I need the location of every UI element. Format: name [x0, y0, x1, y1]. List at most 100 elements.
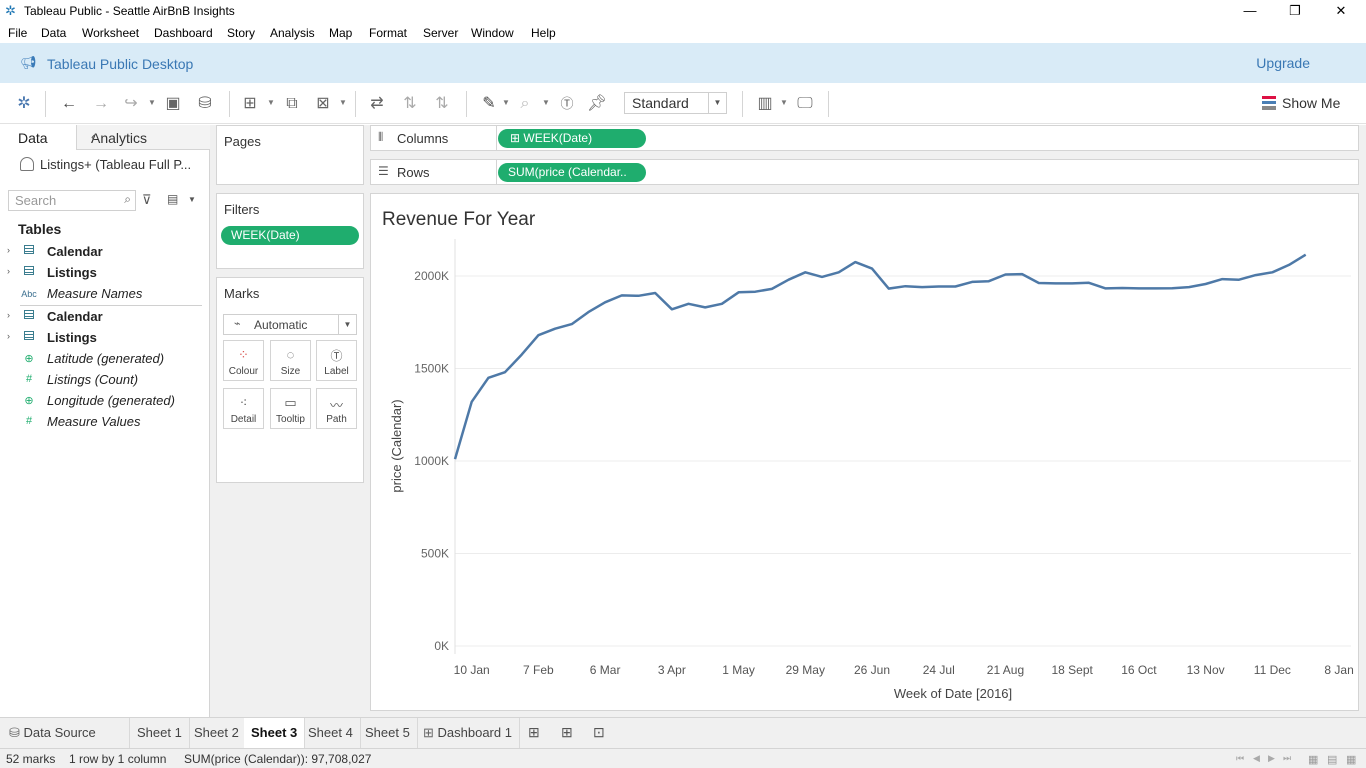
- data-point[interactable]: [852, 259, 858, 265]
- data-point[interactable]: [769, 286, 775, 292]
- data-point[interactable]: [669, 306, 675, 312]
- chevron-down-icon[interactable]: ▼: [780, 98, 788, 107]
- chevron-down-icon[interactable]: ▼: [188, 195, 196, 204]
- search-input[interactable]: Search ⌕: [8, 190, 136, 211]
- revenue-line[interactable]: [453, 253, 1307, 460]
- menu-help[interactable]: Help: [531, 26, 556, 40]
- data-point[interactable]: [502, 369, 508, 375]
- clear-sheet-icon[interactable]: ⊠: [312, 93, 334, 115]
- new-worksheet-icon[interactable]: ⊞: [239, 93, 261, 115]
- data-point[interactable]: [1303, 252, 1309, 258]
- data-point[interactable]: [1003, 272, 1009, 278]
- tab-analytics[interactable]: Analytics ‹: [76, 125, 210, 150]
- field-listings-table[interactable]: › Listings: [0, 328, 209, 348]
- show-labels-icon[interactable]: Ⓣ: [556, 93, 578, 115]
- tableau-home-icon[interactable]: ✲: [14, 93, 34, 115]
- menu-window[interactable]: Window: [471, 26, 514, 40]
- data-point[interactable]: [619, 292, 625, 298]
- data-point[interactable]: [485, 375, 491, 381]
- data-point[interactable]: [786, 277, 792, 283]
- sort-ascending-icon[interactable]: ⇅: [399, 93, 421, 115]
- line-chart[interactable]: 0K 500K 1000K 1500K 2000K 10 Jan 7 Feb 6 Mar 3 A…: [371, 194, 1358, 710]
- field-latitude[interactable]: ⊕ Latitude (generated): [0, 349, 209, 369]
- data-point[interactable]: [452, 456, 458, 462]
- data-point[interactable]: [936, 284, 942, 290]
- data-point[interactable]: [1236, 277, 1242, 283]
- new-dashboard-tab-icon[interactable]: ⊞: [561, 724, 573, 741]
- new-datasource-icon[interactable]: ⛁: [195, 93, 215, 115]
- fit-dropdown[interactable]: Standard ▼: [624, 92, 727, 114]
- data-point[interactable]: [702, 304, 708, 310]
- first-page-icon[interactable]: ⏮: [1236, 753, 1244, 764]
- data-point[interactable]: [519, 352, 525, 358]
- save-icon[interactable]: ▣: [163, 93, 183, 115]
- data-point[interactable]: [836, 269, 842, 275]
- chevron-down-icon[interactable]: ▼: [502, 98, 510, 107]
- expand-icon[interactable]: ›: [7, 266, 10, 276]
- data-point[interactable]: [869, 266, 875, 272]
- menu-dashboard[interactable]: Dashboard: [154, 26, 213, 40]
- data-point[interactable]: [819, 274, 825, 280]
- tooltip-button[interactable]: ▭ Tooltip: [270, 388, 311, 429]
- size-button[interactable]: ◌ Size: [270, 340, 311, 381]
- columns-pill-week-date[interactable]: ⊞ WEEK(Date): [498, 129, 646, 148]
- chevron-down-icon[interactable]: ▼: [267, 98, 275, 107]
- expand-icon[interactable]: ›: [7, 310, 10, 320]
- replay-icon[interactable]: ↪: [121, 93, 141, 115]
- close-button[interactable]: ✕: [1331, 2, 1351, 20]
- field-listings-count[interactable]: # Listings (Count): [0, 370, 209, 390]
- datasource-item[interactable]: Listings+ (Tableau Full P...: [20, 157, 191, 172]
- collapse-chevron-icon[interactable]: ‹: [91, 129, 202, 144]
- redo-icon[interactable]: →: [91, 93, 111, 115]
- menu-map[interactable]: Map: [329, 26, 352, 40]
- fix-axes-pin-icon[interactable]: 📌︎: [586, 93, 608, 115]
- data-point[interactable]: [1253, 272, 1259, 278]
- filmstrip-view-icon[interactable]: ▤: [1327, 753, 1337, 766]
- duplicate-sheet-icon[interactable]: ⧉: [281, 93, 303, 115]
- data-point[interactable]: [1019, 271, 1025, 277]
- pages-card[interactable]: Pages: [216, 125, 364, 185]
- grid-view-icon[interactable]: ▦: [1308, 753, 1318, 766]
- field-calendar-table[interactable]: › Calendar: [0, 242, 209, 262]
- menu-story[interactable]: Story: [227, 26, 255, 40]
- data-point[interactable]: [469, 399, 475, 405]
- tab-sheet-1[interactable]: Sheet 1: [130, 718, 190, 748]
- sort-descending-icon[interactable]: ⇅: [431, 93, 453, 115]
- new-worksheet-tab-icon[interactable]: ⊞: [528, 724, 540, 741]
- data-point[interactable]: [802, 269, 808, 275]
- data-point[interactable]: [1286, 262, 1292, 268]
- data-point[interactable]: [1036, 280, 1042, 286]
- data-point[interactable]: [569, 321, 575, 327]
- data-point[interactable]: [1136, 285, 1142, 291]
- tab-data[interactable]: Data: [0, 125, 76, 150]
- data-point[interactable]: [1069, 280, 1075, 286]
- highlight-icon[interactable]: ✎: [478, 93, 500, 115]
- data-point[interactable]: [1269, 269, 1275, 275]
- menu-analysis[interactable]: Analysis: [270, 26, 315, 40]
- chevron-down-icon[interactable]: ▼: [339, 98, 347, 107]
- list-view-icon[interactable]: ▤: [167, 192, 178, 206]
- minimize-button[interactable]: —: [1240, 2, 1260, 20]
- list-view-icon[interactable]: ▦: [1346, 753, 1356, 766]
- data-point[interactable]: [886, 286, 892, 292]
- menu-worksheet[interactable]: Worksheet: [82, 26, 139, 40]
- swap-rows-columns-icon[interactable]: ⇄: [366, 93, 388, 115]
- detail-button[interactable]: ⁖ Detail: [223, 388, 264, 429]
- data-point[interactable]: [1103, 285, 1109, 291]
- data-point[interactable]: [1186, 284, 1192, 290]
- chevron-down-icon[interactable]: ▼: [148, 98, 156, 107]
- colour-button[interactable]: ⁘ Colour: [223, 340, 264, 381]
- prev-page-icon[interactable]: ◀: [1253, 753, 1260, 764]
- field-listings-table[interactable]: › Listings: [0, 263, 209, 283]
- field-longitude[interactable]: ⊕ Longitude (generated): [0, 391, 209, 411]
- data-point[interactable]: [752, 289, 758, 295]
- columns-shelf[interactable]: ⦀ Columns ⊞ WEEK(Date): [370, 125, 1359, 151]
- data-point[interactable]: [686, 301, 692, 307]
- data-point[interactable]: [535, 332, 541, 338]
- data-point[interactable]: [736, 289, 742, 295]
- undo-icon[interactable]: ←: [59, 93, 79, 115]
- field-measure-names[interactable]: Abc Measure Names: [0, 284, 209, 304]
- data-point[interactable]: [952, 284, 958, 290]
- data-point[interactable]: [652, 290, 658, 296]
- presentation-mode-icon[interactable]: 🖵︎: [794, 93, 816, 115]
